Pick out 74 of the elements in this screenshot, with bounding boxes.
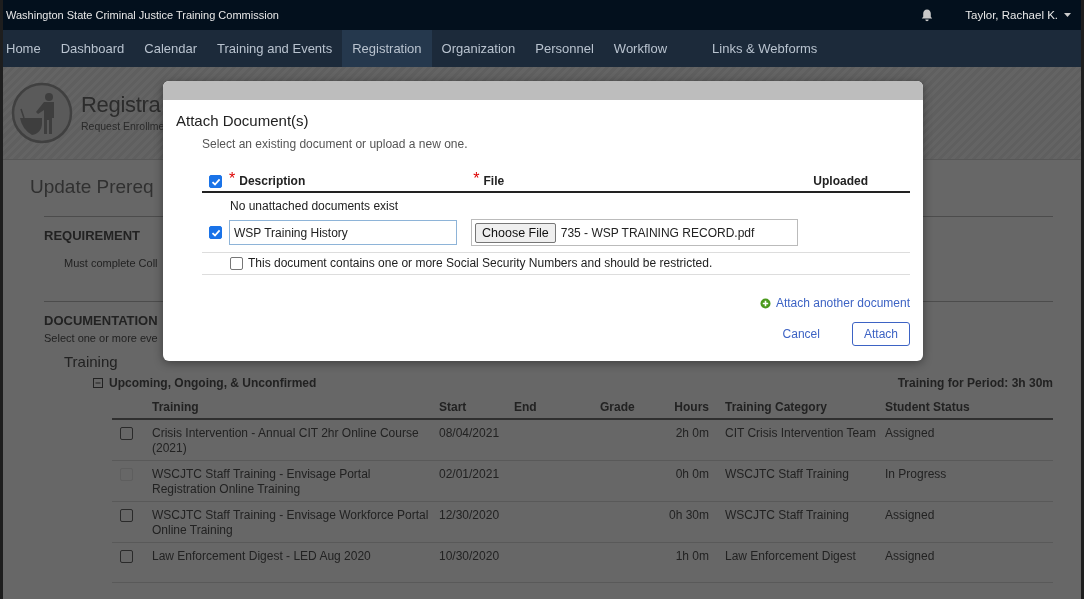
table-cell-text: 02/01/2021 xyxy=(439,467,501,483)
section-heading: DOCUMENTATION xyxy=(44,313,158,328)
column-header: Training Category xyxy=(725,400,829,414)
collapse-icon[interactable] xyxy=(93,378,103,388)
table-cell-text: 2h 0m xyxy=(674,426,710,442)
column-header: Description xyxy=(239,174,307,188)
attach-button[interactable]: Attach xyxy=(851,322,910,346)
nav-tab[interactable]: Home xyxy=(3,30,51,67)
column-header: Student Status xyxy=(885,400,971,414)
nav-tab[interactable]: Links & Webforms xyxy=(702,30,828,67)
row-checkbox[interactable] xyxy=(120,550,133,563)
restrict-label: This document contains one or more Social Security Numbers and should be restricted. xyxy=(248,256,713,270)
required-mark: * xyxy=(229,170,236,188)
plus-icon xyxy=(759,297,771,309)
table-cell-text: WSCJTC Staff Training xyxy=(725,508,850,524)
table-cell-text: Crisis Intervention - Annual CIT 2hr Online Course (2021) xyxy=(152,426,420,456)
row-checkbox[interactable] xyxy=(120,427,133,440)
section-text: Must complete Coll xyxy=(64,257,158,269)
table-cell-text: 1h 0m xyxy=(674,549,710,565)
nav-tab[interactable]: Personnel xyxy=(525,30,604,67)
table-cell-text: Assigned xyxy=(885,549,936,565)
attach-another-link[interactable]: Attach another document xyxy=(759,296,910,310)
bell-icon[interactable] xyxy=(921,8,934,22)
table-cell-text: Law Enforcement Digest - LED Aug 2020 xyxy=(152,549,372,565)
training-heading: Training xyxy=(64,353,119,370)
choose-file-button[interactable]: Choose File xyxy=(475,222,556,243)
column-header: Grade xyxy=(600,400,636,414)
nav-tab[interactable]: Registration xyxy=(342,30,432,67)
caret-icon xyxy=(1064,13,1071,17)
nav-tab[interactable]: Training and Events xyxy=(207,30,343,67)
required-mark: * xyxy=(473,170,480,188)
column-header: File xyxy=(483,174,506,188)
restrict-checkbox[interactable] xyxy=(230,256,243,270)
dialog-title: Attach Document(s) xyxy=(176,112,310,129)
table-cell-text: WSCJTC Staff Training - Envisage Portal Registration Online Training xyxy=(152,467,372,497)
nav-tab[interactable]: Dashboard xyxy=(50,30,135,67)
nav-tab[interactable]: Workflow xyxy=(603,30,678,67)
table-cell-text: Law Enforcement Digest xyxy=(725,549,857,565)
period-total: Training for Period: 3h 30m xyxy=(897,376,1053,390)
description-field[interactable]: WSP Training History xyxy=(229,220,457,245)
page-title: Update Prereq xyxy=(30,176,154,198)
file-name: 735 - WSP TRAINING RECORD.pdf xyxy=(560,225,755,240)
table-cell-text: 10/30/2020 xyxy=(439,549,501,565)
table-cell-text: 08/04/2021 xyxy=(439,426,501,442)
group-heading: Upcoming, Ongoing, & Unconfirmed xyxy=(109,376,317,390)
page-header-title: Registra xyxy=(81,94,161,116)
column-header: Uploaded xyxy=(813,174,868,188)
table-cell-text: 0h 30m xyxy=(667,508,710,524)
column-header: Training xyxy=(152,400,200,414)
empty-message: No unattached documents exist xyxy=(229,198,400,213)
table-cell-text: WSCJTC Staff Training - Envisage Workforce Portal Online Training xyxy=(152,508,430,538)
app-title: Washington State Criminal Justice Training Commission xyxy=(6,9,280,21)
nav-tab[interactable]: Calendar xyxy=(134,30,208,67)
select-all-checkbox[interactable] xyxy=(209,175,222,188)
section-heading: REQUIREMENT xyxy=(44,228,141,243)
table-cell-text: In Progress xyxy=(885,467,948,483)
table-cell-text: 0h 0m xyxy=(674,467,710,483)
table-cell-text: 12/30/2020 xyxy=(439,508,501,524)
row-checkbox[interactable] xyxy=(120,509,133,522)
column-header: Hours xyxy=(673,400,710,414)
file-field[interactable]: Choose File 735 - WSP TRAINING RECORD.pdf xyxy=(471,219,798,246)
column-header: Start xyxy=(439,400,468,414)
user-menu[interactable]: Taylor, Rachael K. xyxy=(961,9,1075,21)
table-cell-text: Assigned xyxy=(885,508,936,524)
table-cell-text: WSCJTC Staff Training xyxy=(725,467,850,483)
document-checkbox[interactable] xyxy=(209,226,222,239)
nav-tab[interactable]: Organization xyxy=(431,30,526,67)
table-cell-text: Assigned xyxy=(885,426,936,442)
column-header: End xyxy=(514,400,538,414)
dialog-instruction: Select an existing document or upload a new one. xyxy=(202,137,469,151)
section-text: Select one or more eve xyxy=(44,332,158,344)
person-at-desk-icon xyxy=(11,82,73,144)
page-header-subtitle: Request Enrollme xyxy=(81,120,165,132)
table-cell-text: CIT Crisis Intervention Team xyxy=(725,426,877,442)
